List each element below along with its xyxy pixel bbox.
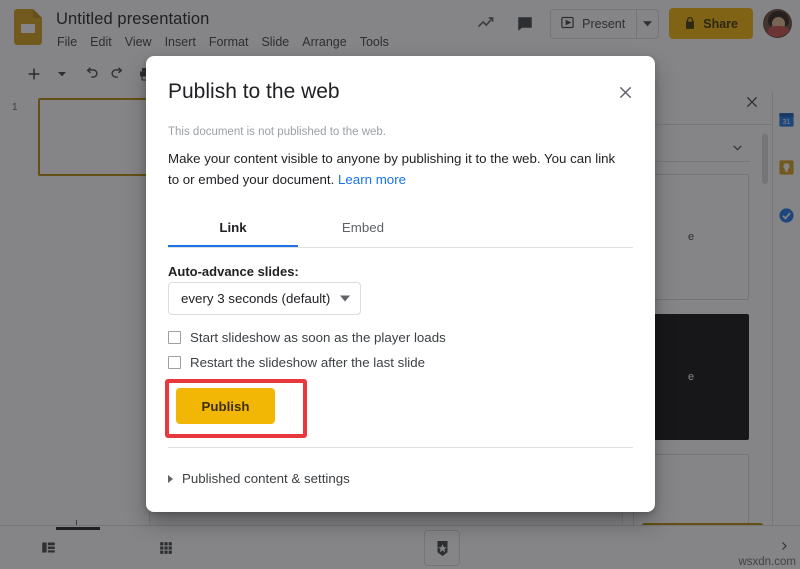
dialog-tabs: Link Embed [168,216,633,248]
auto-advance-label: Auto-advance slides: [168,264,299,279]
dialog-description: Make your content visible to anyone by p… [168,148,626,190]
auto-advance-select[interactable]: every 3 seconds (default) [168,282,361,315]
divider [168,447,633,448]
checkbox-row-restart-slideshow[interactable]: Restart the slideshow after the last sli… [168,355,425,370]
publish-button[interactable]: Publish [176,388,275,424]
published-content-settings-label: Published content & settings [182,471,350,486]
tab-embed[interactable]: Embed [298,216,428,247]
publish-status-text: This document is not published to the we… [168,126,386,138]
close-icon[interactable] [613,80,637,104]
screen: Untitled presentation File Edit View Ins… [0,0,800,569]
checkbox-row-start-slideshow[interactable]: Start slideshow as soon as the player lo… [168,330,446,345]
checkbox-start-slideshow[interactable] [168,331,181,344]
learn-more-link[interactable]: Learn more [338,172,406,187]
tab-link[interactable]: Link [168,216,298,247]
checkbox-label-start-slideshow: Start slideshow as soon as the player lo… [190,330,446,345]
chevron-down-icon [340,294,350,304]
checkbox-label-restart-slideshow: Restart the slideshow after the last sli… [190,355,425,370]
dialog-title: Publish to the web [168,80,340,104]
publish-to-web-dialog: Publish to the web This document is not … [146,56,655,512]
published-content-settings-disclosure[interactable]: Published content & settings [168,471,350,486]
triangle-right-icon [168,475,173,483]
checkbox-restart-slideshow[interactable] [168,356,181,369]
auto-advance-value: every 3 seconds (default) [181,291,330,306]
